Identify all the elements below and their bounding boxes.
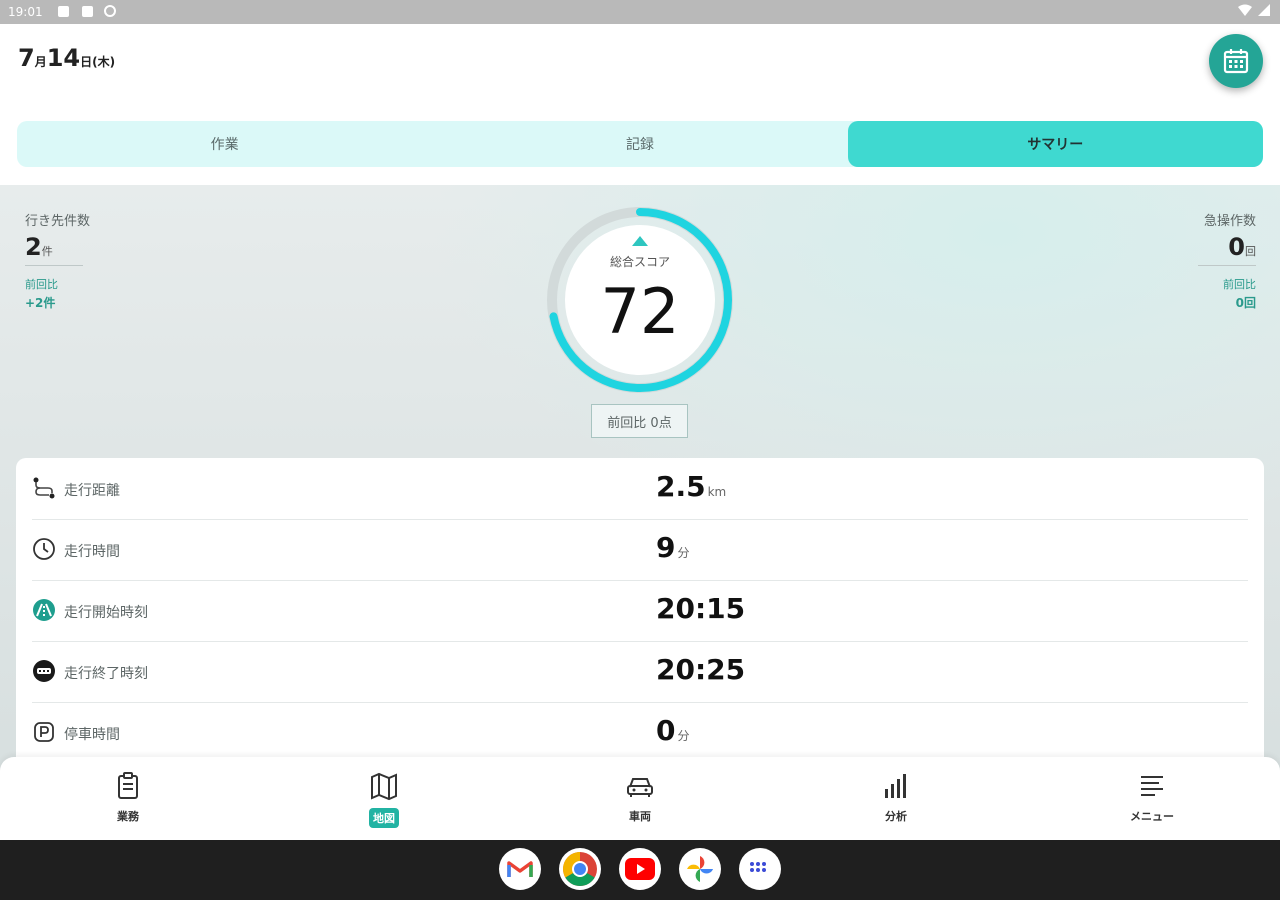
chrome-icon bbox=[563, 852, 597, 886]
sudden-operation-compare-value: 0回 bbox=[1235, 296, 1256, 310]
tab-records[interactable]: 記録 bbox=[432, 121, 847, 167]
apps-icon bbox=[750, 862, 766, 872]
wifi-icon bbox=[1238, 4, 1252, 16]
metric-label: 走行距離 bbox=[64, 483, 120, 499]
divider bbox=[1198, 265, 1256, 266]
system-dock bbox=[0, 840, 1280, 900]
nav-map[interactable]: 地図 bbox=[324, 771, 444, 828]
photos-icon bbox=[687, 856, 713, 882]
view-tabs: 作業 記録 サマリー bbox=[17, 121, 1263, 167]
month-suffix: 月 bbox=[34, 55, 47, 69]
map-icon bbox=[371, 772, 397, 801]
trend-up-icon bbox=[632, 236, 648, 246]
tab-work[interactable]: 作業 bbox=[17, 121, 432, 167]
score-gauge: 総合スコア 72 bbox=[540, 200, 740, 400]
nav-tasks[interactable]: 業務 bbox=[68, 771, 188, 824]
metric-row-start-time: 走行開始時刻 20:15 bbox=[32, 580, 1248, 642]
end-icon bbox=[33, 660, 55, 682]
nav-vehicle[interactable]: 車両 bbox=[580, 771, 700, 824]
destination-compare-label: 前回比 bbox=[25, 278, 58, 291]
nav-menu[interactable]: メニュー bbox=[1092, 771, 1212, 824]
score-center: 総合スコア 72 bbox=[565, 225, 715, 375]
month-value: 7 bbox=[18, 44, 35, 72]
destination-count-stat: 行き先件数 2件 前回比 +2件 bbox=[25, 210, 90, 311]
day-value: 14 bbox=[46, 44, 81, 72]
clock-icon bbox=[33, 538, 55, 560]
metric-row-distance: 走行距離 2.5 km bbox=[32, 458, 1248, 520]
blocked-icon bbox=[104, 5, 116, 17]
menu-icon bbox=[1141, 776, 1163, 796]
route-icon bbox=[33, 477, 55, 499]
status-time: 19:01 bbox=[8, 5, 43, 19]
tab-summary[interactable]: サマリー bbox=[847, 121, 1263, 167]
sudden-operation-value: 0回 bbox=[1228, 233, 1256, 261]
clipboard-icon bbox=[118, 772, 138, 799]
metric-value: 2.5 km bbox=[656, 470, 727, 503]
signal-icon bbox=[1258, 4, 1270, 16]
metric-row-parking-time: 停車時間 0分 bbox=[32, 702, 1248, 763]
nav-label: 車両 bbox=[629, 810, 651, 823]
score-value: 72 bbox=[600, 275, 680, 348]
destination-compare-value: +2件 bbox=[25, 296, 56, 310]
photos-app[interactable] bbox=[679, 848, 721, 890]
metric-row-end-time: 走行終了時刻 20:25 bbox=[32, 641, 1248, 703]
status-bar: 19:01 bbox=[0, 0, 1280, 24]
sudden-operation-stat: 急操作数 0回 前回比 0回 bbox=[1198, 210, 1256, 311]
apps-launcher[interactable] bbox=[739, 848, 781, 890]
score-label: 総合スコア bbox=[609, 255, 670, 269]
gmail-icon bbox=[507, 861, 533, 877]
metric-value: 20:25 bbox=[656, 653, 746, 686]
start-icon bbox=[33, 599, 55, 621]
calendar-button[interactable] bbox=[1209, 34, 1263, 88]
nav-analysis[interactable]: 分析 bbox=[836, 771, 956, 824]
sudden-operation-label: 急操作数 bbox=[1203, 214, 1256, 229]
score-compare-badge: 前回比 0点 bbox=[591, 404, 688, 438]
metric-value: 0分 bbox=[656, 714, 690, 747]
car-icon bbox=[627, 778, 653, 797]
date-header: 7月14日(木) bbox=[18, 44, 115, 72]
metric-label: 走行終了時刻 bbox=[64, 666, 148, 682]
bottom-nav: 業務 地図 車両 分析 メニュー bbox=[0, 757, 1280, 840]
metrics-card: 走行距離 2.5 km 走行時間 9分 走行開始時刻 20:15 走行終了時刻 2… bbox=[16, 458, 1264, 788]
nav-label: メニュー bbox=[1130, 810, 1174, 823]
youtube-icon bbox=[625, 858, 655, 880]
calendar-icon bbox=[1223, 49, 1249, 74]
destination-count-value: 2件 bbox=[25, 233, 53, 261]
parking-icon bbox=[34, 722, 54, 742]
chrome-app[interactable] bbox=[559, 848, 601, 890]
nav-label: 業務 bbox=[117, 810, 139, 823]
destination-count-label: 行き先件数 bbox=[25, 214, 91, 229]
metric-value: 20:15 bbox=[656, 592, 746, 625]
youtube-app[interactable] bbox=[619, 848, 661, 890]
nav-label: 地図 bbox=[369, 808, 399, 828]
gmail-app[interactable] bbox=[499, 848, 541, 890]
metric-label: 走行時間 bbox=[64, 544, 120, 560]
metric-value: 9分 bbox=[656, 531, 690, 564]
day-suffix: 日(木) bbox=[80, 55, 116, 69]
metric-row-duration: 走行時間 9分 bbox=[32, 519, 1248, 581]
metric-label: 停車時間 bbox=[64, 727, 120, 743]
nav-label: 分析 bbox=[885, 810, 907, 823]
bar-chart-icon bbox=[885, 774, 906, 798]
sd-card-icon bbox=[82, 6, 93, 17]
metric-label: 走行開始時刻 bbox=[64, 605, 148, 621]
notification-icon bbox=[58, 6, 69, 17]
sudden-operation-compare-label: 前回比 bbox=[1223, 278, 1256, 291]
divider bbox=[25, 265, 83, 266]
